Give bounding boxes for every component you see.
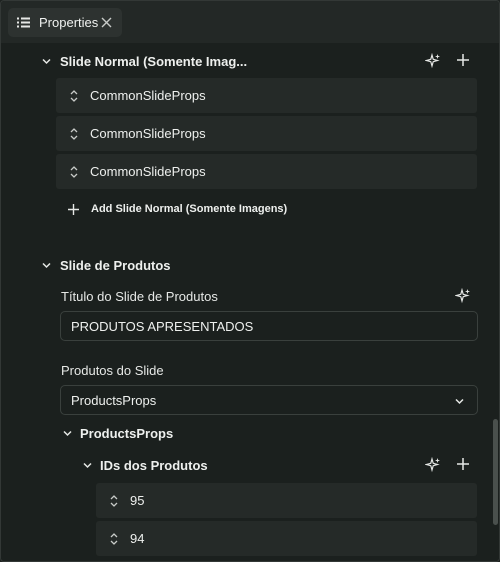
chevron-down-icon[interactable]: [41, 56, 52, 67]
drag-handle-icon[interactable]: [69, 89, 79, 103]
section-slide-produtos-header[interactable]: Slide de Produtos: [41, 257, 171, 273]
sparkle-icon[interactable]: [425, 457, 441, 473]
drag-handle-icon[interactable]: [109, 532, 119, 546]
section-title: IDs dos Produtos: [100, 457, 208, 473]
list-item-label: 95: [130, 493, 145, 508]
list-item-label: 94: [130, 531, 145, 546]
tab-properties[interactable]: Properties: [8, 8, 122, 37]
drag-handle-icon[interactable]: [109, 494, 119, 508]
list-icon: [17, 17, 30, 28]
list-item-label: CommonSlideProps: [90, 164, 206, 179]
list-item[interactable]: CommonSlideProps: [56, 116, 477, 151]
chevron-down-icon[interactable]: [62, 428, 73, 439]
section-slide-normal-header[interactable]: Slide Normal (Somente Imag...: [41, 53, 247, 69]
drag-handle-icon[interactable]: [69, 127, 79, 141]
plus-icon[interactable]: [455, 52, 471, 68]
drag-handle-icon[interactable]: [69, 165, 79, 179]
plus-icon[interactable]: [455, 456, 471, 472]
produtos-select-value: ProductsProps: [71, 392, 157, 408]
add-button-label: Add Slide Normal (Somente Imagens): [91, 203, 288, 215]
list-item[interactable]: 94: [96, 521, 477, 556]
chevron-down-icon: [455, 398, 464, 405]
products-props-header[interactable]: ProductsProps: [62, 425, 173, 441]
section-title: Slide de Produtos: [60, 257, 171, 273]
tab-label: Properties: [39, 15, 99, 30]
section-title: Slide Normal (Somente Imag...: [60, 53, 248, 69]
list-item-label: CommonSlideProps: [90, 126, 206, 141]
titulo-input-value: PRODUTOS APRESENTADOS: [71, 318, 254, 334]
chevron-down-icon[interactable]: [82, 460, 93, 471]
titulo-field-label: Título do Slide de Produtos: [61, 289, 218, 304]
sparkle-icon[interactable]: [455, 288, 471, 304]
chevron-down-icon[interactable]: [41, 260, 52, 271]
titulo-input[interactable]: PRODUTOS APRESENTADOS: [60, 311, 478, 341]
properties-panel: Properties Slide Normal (Somente Imag...: [0, 0, 500, 562]
vertical-scrollbar[interactable]: [493, 419, 498, 525]
tab-bar: Properties: [1, 1, 499, 43]
ids-produtos-header[interactable]: IDs dos Produtos: [82, 457, 208, 473]
list-item-label: CommonSlideProps: [90, 88, 206, 103]
list-item[interactable]: 95: [96, 483, 477, 518]
sparkle-icon[interactable]: [425, 53, 441, 69]
plus-icon: [68, 203, 79, 215]
produtos-field-label: Produtos do Slide: [61, 363, 164, 378]
produtos-select[interactable]: ProductsProps: [60, 385, 478, 415]
section-title: ProductsProps: [80, 425, 174, 441]
properties-content: Slide Normal (Somente Imag... CommonSlid…: [1, 43, 499, 561]
add-slide-normal-button[interactable]: Add Slide Normal (Somente Imagens): [67, 201, 287, 217]
close-icon[interactable]: [100, 16, 113, 29]
list-item[interactable]: CommonSlideProps: [56, 78, 477, 113]
list-item[interactable]: CommonSlideProps: [56, 154, 477, 189]
